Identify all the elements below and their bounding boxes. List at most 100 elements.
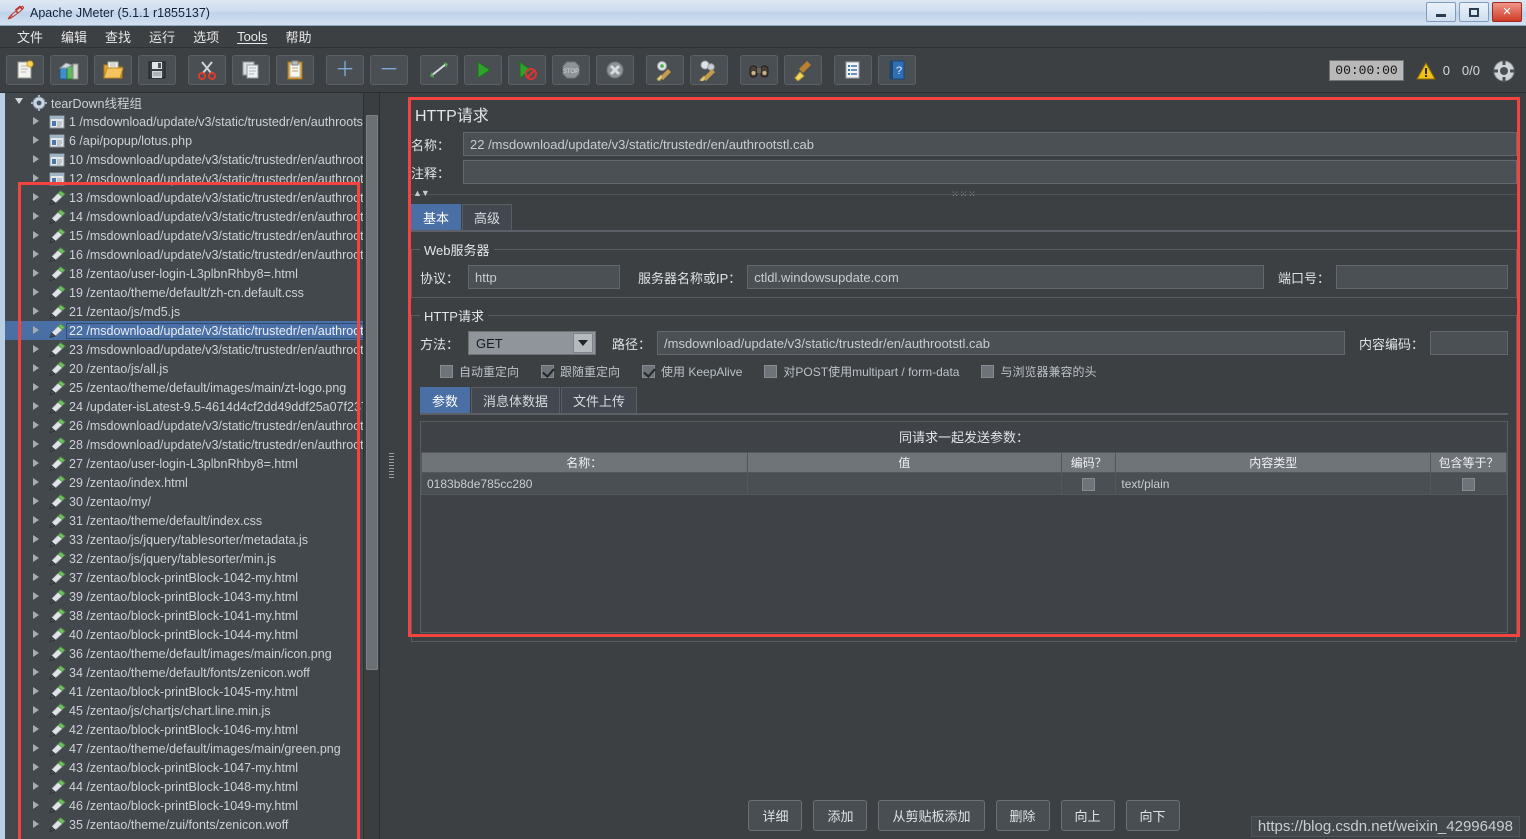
start-no-pauses-button[interactable] bbox=[508, 55, 546, 85]
tree-node-20[interactable]: 30 /zentao/my/ bbox=[5, 492, 363, 511]
move-up-button[interactable]: 向上 bbox=[1060, 799, 1115, 831]
expand-toggle-icon[interactable] bbox=[33, 230, 47, 241]
menu-file[interactable]: 文件 bbox=[8, 25, 52, 48]
expand-toggle-icon[interactable] bbox=[33, 591, 47, 602]
tree-node-25[interactable]: 39 /zentao/block-printBlock-1043-my.html bbox=[5, 587, 363, 606]
start-button[interactable] bbox=[464, 55, 502, 85]
expand-toggle-icon[interactable] bbox=[33, 135, 47, 146]
expand-toggle-icon[interactable] bbox=[33, 648, 47, 659]
expand-toggle-icon[interactable] bbox=[33, 325, 47, 336]
column-header-name[interactable]: 名称： bbox=[421, 452, 748, 473]
checkbox-box[interactable] bbox=[541, 365, 555, 378]
menu-options[interactable]: 选项 bbox=[184, 25, 228, 48]
expand-toggle-icon[interactable] bbox=[33, 268, 47, 279]
save-button[interactable] bbox=[138, 55, 176, 85]
add-from-clipboard-button[interactable]: 从剪贴板添加 bbox=[878, 799, 985, 831]
tree-node-30[interactable]: 41 /zentao/block-printBlock-1045-my.html bbox=[5, 682, 363, 701]
tree-node-13[interactable]: 20 /zentao/js/all.js bbox=[5, 359, 363, 378]
maximize-button[interactable] bbox=[1459, 2, 1489, 22]
collapse-arrows-icon[interactable]: ▲▼ bbox=[413, 188, 430, 198]
tree-node-22[interactable]: 33 /zentao/js/jquery/tablesorter/metadat… bbox=[5, 530, 363, 549]
expand-toggle-icon[interactable] bbox=[33, 306, 47, 317]
cut-button[interactable] bbox=[188, 55, 226, 85]
method-select[interactable]: GET bbox=[468, 331, 596, 355]
server-input[interactable]: ctldl.windowsupdate.com bbox=[747, 265, 1264, 289]
cell-param-name[interactable]: 0183b8de785cc280 bbox=[421, 472, 748, 495]
tree-scrollbar-thumb[interactable] bbox=[366, 115, 378, 670]
tree-node-2[interactable]: 10 /msdownload/update/v3/static/trustedr… bbox=[5, 150, 363, 169]
expand-toggle-icon[interactable] bbox=[33, 211, 47, 222]
expand-toggle-icon[interactable] bbox=[33, 724, 47, 735]
tree-node-16[interactable]: 26 /msdownload/update/v3/static/trustedr… bbox=[5, 416, 363, 435]
tree-node-9[interactable]: 19 /zentao/theme/default/zh-cn.default.c… bbox=[5, 283, 363, 302]
clear-all-button[interactable] bbox=[690, 55, 728, 85]
tab-file-upload[interactable]: 文件上传 bbox=[561, 387, 638, 413]
menu-search[interactable]: 查找 bbox=[96, 25, 140, 48]
expand-toggle-icon[interactable] bbox=[33, 534, 47, 545]
expand-all-button[interactable]: ＋ bbox=[326, 55, 364, 85]
tree-node-18[interactable]: 27 /zentao/user-login-L3plbnRhby8=.html bbox=[5, 454, 363, 473]
expand-toggle-icon[interactable] bbox=[33, 800, 47, 811]
expand-toggle-icon[interactable] bbox=[33, 116, 47, 127]
tree-node-8[interactable]: 18 /zentao/user-login-L3plbnRhby8=.html bbox=[5, 264, 363, 283]
tree-node-5[interactable]: 14 /msdownload/update/v3/static/trustedr… bbox=[5, 207, 363, 226]
function-helper-button[interactable] bbox=[834, 55, 872, 85]
tree-node-36[interactable]: 46 /zentao/block-printBlock-1049-my.html bbox=[5, 796, 363, 815]
tree-node-32[interactable]: 42 /zentao/block-printBlock-1046-my.html bbox=[5, 720, 363, 739]
checkbox-browser-compatible-headers[interactable]: 与浏览器兼容的头 bbox=[981, 363, 1096, 380]
search-button[interactable] bbox=[740, 55, 778, 85]
minimize-button[interactable] bbox=[1426, 2, 1456, 22]
paste-button[interactable] bbox=[276, 55, 314, 85]
expand-toggle-icon[interactable] bbox=[33, 154, 47, 165]
tab-body-data[interactable]: 消息体数据 bbox=[471, 387, 561, 413]
content-encoding-input[interactable] bbox=[1430, 331, 1508, 355]
tree-node-28[interactable]: 36 /zentao/theme/default/images/main/ico… bbox=[5, 644, 363, 663]
test-plan-tree[interactable]: tearDown线程组 1 /msdownload/update/v3/stati… bbox=[5, 93, 363, 839]
expand-toggle-icon[interactable] bbox=[33, 496, 47, 507]
cell-param-include-equals[interactable] bbox=[1430, 472, 1507, 495]
remote-connection-icon[interactable] bbox=[1492, 59, 1516, 83]
protocol-input[interactable]: http bbox=[468, 265, 620, 289]
collapse-strip[interactable]: ▲▼ ⁙⁙⁙ bbox=[411, 188, 1517, 202]
pane-splitter[interactable] bbox=[380, 93, 402, 839]
tree-node-3[interactable]: 12 /msdownload/update/v3/static/trustedr… bbox=[5, 169, 363, 188]
tree-node-23[interactable]: 32 /zentao/js/jquery/tablesorter/min.js bbox=[5, 549, 363, 568]
column-header-include-equals[interactable]: 包含等于？ bbox=[1430, 452, 1507, 473]
menu-help[interactable]: 帮助 bbox=[276, 25, 320, 48]
expand-toggle-icon[interactable] bbox=[33, 629, 47, 640]
tree-node-24[interactable]: 37 /zentao/block-printBlock-1042-my.html bbox=[5, 568, 363, 587]
cell-param-encode[interactable] bbox=[1061, 472, 1117, 495]
expand-toggle-icon[interactable] bbox=[33, 382, 47, 393]
tree-vertical-scrollbar[interactable] bbox=[363, 93, 379, 839]
templates-button[interactable] bbox=[50, 55, 88, 85]
tab-basic[interactable]: 基本 bbox=[411, 204, 462, 230]
parameters-table[interactable]: 名称： 值 编码？ 内容类型 包含等于？ 0183b8de785cc280 te… bbox=[421, 452, 1507, 495]
new-test-plan-button[interactable] bbox=[6, 55, 44, 85]
expand-toggle-icon[interactable] bbox=[33, 819, 47, 830]
expand-toggle-icon[interactable] bbox=[15, 97, 29, 108]
shutdown-button[interactable] bbox=[596, 55, 634, 85]
tree-node-14[interactable]: 25 /zentao/theme/default/images/main/zt-… bbox=[5, 378, 363, 397]
expand-toggle-icon[interactable] bbox=[33, 743, 47, 754]
tree-node-10[interactable]: 21 /zentao/js/md5.js bbox=[5, 302, 363, 321]
menu-tools[interactable]: Tools bbox=[228, 27, 276, 46]
expand-toggle-icon[interactable] bbox=[33, 705, 47, 716]
expand-toggle-icon[interactable] bbox=[33, 249, 47, 260]
tree-node-29[interactable]: 34 /zentao/theme/default/fonts/zenicon.w… bbox=[5, 663, 363, 682]
expand-toggle-icon[interactable] bbox=[33, 192, 47, 203]
expand-toggle-icon[interactable] bbox=[33, 287, 47, 298]
expand-toggle-icon[interactable] bbox=[33, 667, 47, 678]
path-input[interactable]: /msdownload/update/v3/static/trustedr/en… bbox=[657, 331, 1345, 355]
toggle-button[interactable] bbox=[420, 55, 458, 85]
table-row[interactable]: 0183b8de785cc280 text/plain bbox=[421, 472, 1507, 495]
tree-node-12[interactable]: 23 /msdownload/update/v3/static/trustedr… bbox=[5, 340, 363, 359]
cell-param-content-type[interactable]: text/plain bbox=[1115, 472, 1432, 495]
tree-node-11[interactable]: 22 /msdownload/update/v3/static/trustedr… bbox=[5, 321, 363, 340]
tree-node-35[interactable]: 44 /zentao/block-printBlock-1048-my.html bbox=[5, 777, 363, 796]
include-equals-checkbox[interactable] bbox=[1462, 477, 1476, 491]
open-button[interactable] bbox=[94, 55, 132, 85]
checkbox-box[interactable] bbox=[981, 365, 995, 378]
expand-toggle-icon[interactable] bbox=[33, 439, 47, 450]
checkbox-box[interactable] bbox=[440, 365, 453, 378]
clear-button[interactable] bbox=[646, 55, 684, 85]
